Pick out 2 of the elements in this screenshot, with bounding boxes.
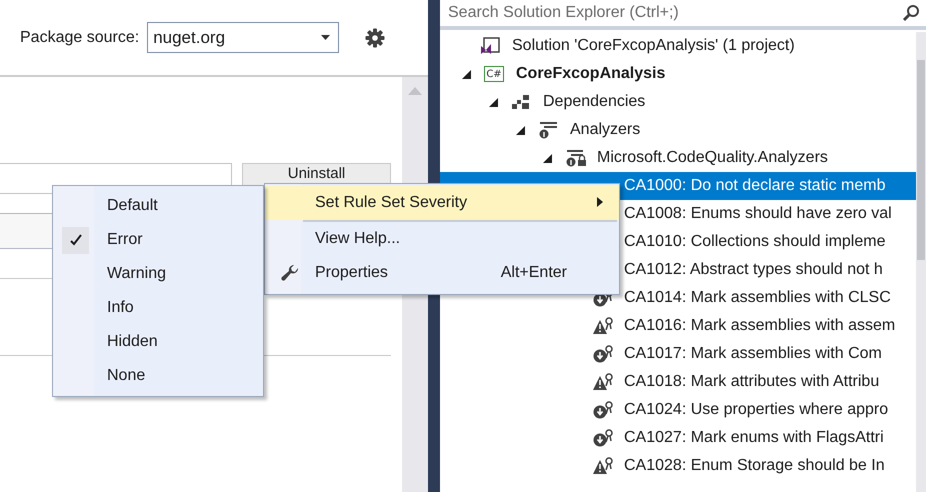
package-source-label: Package source:: [20, 28, 140, 46]
csharp-project-icon: C#: [484, 66, 504, 82]
